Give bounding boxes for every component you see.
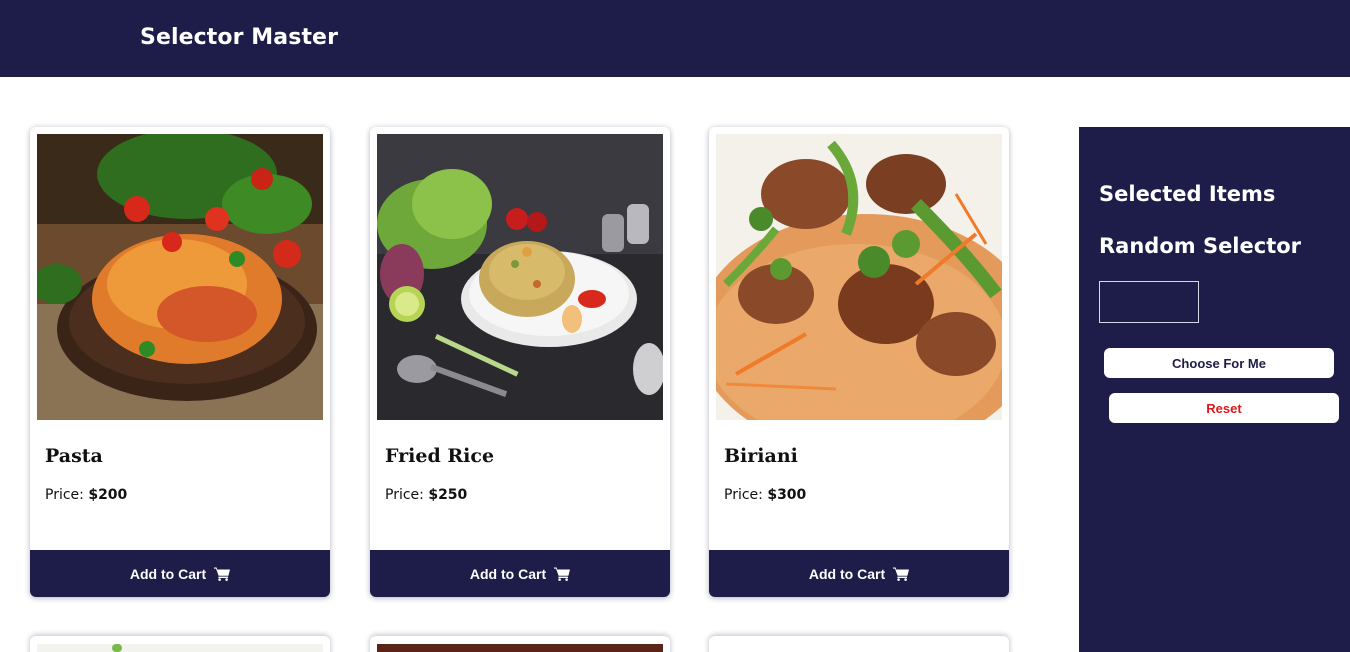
add-to-cart-button-pasta[interactable]: Add to Cart [30, 550, 330, 597]
price-value: $300 [767, 487, 807, 503]
shopping-cart-icon [554, 567, 571, 581]
random-pick-output [1099, 281, 1199, 323]
product-card-pasta: Pasta Price: $200 Add to Cart [30, 127, 330, 597]
price-label: Price: [724, 487, 763, 503]
shopping-cart-icon [893, 567, 910, 581]
choose-for-me-button[interactable]: Choose For Me [1104, 348, 1334, 378]
product-price: Price: $200 [45, 487, 127, 503]
product-name: Fried Rice [385, 445, 495, 467]
add-to-cart-button-fried-rice[interactable]: Add to Cart [370, 550, 670, 597]
product-name: Pasta [45, 445, 103, 467]
price-label: Price: [385, 487, 424, 503]
price-value: $250 [428, 487, 468, 503]
product-card-peek [709, 636, 1009, 652]
product-image-peek [377, 644, 663, 652]
product-name: Biriani [724, 445, 798, 467]
product-card-peek [30, 636, 330, 652]
add-to-cart-label: Add to Cart [469, 565, 547, 582]
add-to-cart-button-biriani[interactable]: Add to Cart [709, 550, 1009, 597]
product-price: Price: $250 [385, 487, 467, 503]
add-to-cart-label: Add to Cart [808, 565, 886, 582]
price-value: $200 [88, 487, 128, 503]
brand-title: Selector Master [140, 25, 339, 50]
product-card-fried-rice: Fried Rice Price: $250 Add to Cart [370, 127, 670, 597]
price-label: Price: [45, 487, 84, 503]
product-card-peek [370, 636, 670, 652]
product-image-fried-rice [377, 134, 663, 420]
product-image-peek [37, 644, 323, 652]
product-price: Price: $300 [724, 487, 806, 503]
shopping-cart-icon [214, 567, 231, 581]
selection-sidebar: Selected Items Random Selector Choose Fo… [1079, 127, 1350, 652]
selected-items-heading: Selected Items [1099, 182, 1276, 206]
reset-button[interactable]: Reset [1109, 393, 1339, 423]
add-to-cart-label: Add to Cart [129, 565, 207, 582]
product-card-biriani: Biriani Price: $300 Add to Cart [709, 127, 1009, 597]
top-navbar: Selector Master [0, 0, 1350, 77]
random-selector-heading: Random Selector [1099, 234, 1302, 258]
product-image-biriani [716, 134, 1002, 420]
product-image-pasta [37, 134, 323, 420]
